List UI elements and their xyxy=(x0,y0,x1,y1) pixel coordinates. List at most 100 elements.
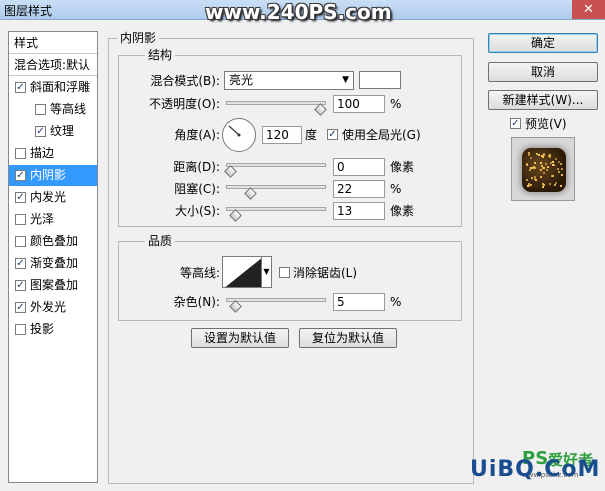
preview-sparkle xyxy=(542,156,544,158)
angle-dial[interactable] xyxy=(222,118,256,152)
choke-value: 22 xyxy=(337,182,353,196)
preview-sparkle xyxy=(548,155,550,157)
preview-sparkle xyxy=(528,154,530,156)
preview-sparkle xyxy=(545,163,547,165)
choke-unit: % xyxy=(390,182,402,196)
preview-sparkle xyxy=(546,169,548,171)
style-list-item[interactable]: 颜色叠加 xyxy=(9,231,97,252)
distance-value: 0 xyxy=(337,160,345,174)
angle-input[interactable]: 120 xyxy=(262,126,302,144)
preview-sparkle xyxy=(552,161,554,163)
style-list-item[interactable]: 描边 xyxy=(9,143,97,164)
preview-sparkle xyxy=(530,184,532,186)
new-style-button[interactable]: 新建样式(W)... xyxy=(488,90,598,110)
opacity-slider[interactable] xyxy=(226,101,327,116)
style-checkbox[interactable] xyxy=(15,324,26,335)
ok-button[interactable]: 确定 xyxy=(488,33,598,53)
preview-sparkle xyxy=(542,167,544,169)
close-icon[interactable]: ✕ xyxy=(572,0,605,19)
style-list-label: 内阴影 xyxy=(30,168,67,182)
preview-sparkle xyxy=(543,154,545,156)
blend-mode-value: 亮光 xyxy=(229,73,254,87)
style-list-label: 图案叠加 xyxy=(30,278,79,292)
distance-label: 距离(D): xyxy=(173,160,220,174)
style-list-item[interactable]: 混合选项:默认 xyxy=(9,55,97,76)
contour-label: 等高线: xyxy=(179,266,220,280)
style-checkbox[interactable]: ✓ xyxy=(15,280,26,291)
preview-sparkle xyxy=(531,177,533,179)
style-checkbox[interactable]: ✓ xyxy=(35,126,46,137)
noise-label: 杂色(N): xyxy=(173,295,220,309)
preview-sparkle xyxy=(540,176,542,178)
style-checkbox[interactable]: ✓ xyxy=(15,258,26,269)
opacity-unit: % xyxy=(390,97,402,111)
style-checkbox[interactable]: ✓ xyxy=(15,82,26,93)
style-checkbox[interactable] xyxy=(15,236,26,247)
blend-mode-select[interactable]: 亮光 ▼ xyxy=(224,71,354,90)
preview-sparkle xyxy=(526,164,528,166)
style-list-item[interactable]: 投影 xyxy=(9,319,97,340)
reset-default-button[interactable]: 复位为默认值 xyxy=(299,328,397,348)
style-list-label: 等高线 xyxy=(50,102,87,116)
preview-sparkle xyxy=(554,184,556,186)
style-list-item[interactable]: ✓ 外发光 xyxy=(9,297,97,318)
preview-sparkle xyxy=(534,162,536,164)
choke-input[interactable]: 22 xyxy=(333,180,385,198)
preview-sparkle xyxy=(551,175,553,177)
style-checkbox[interactable] xyxy=(15,214,26,225)
distance-slider[interactable] xyxy=(224,163,326,178)
choke-slider[interactable] xyxy=(226,185,326,200)
preview-sparkle xyxy=(533,166,535,168)
opacity-label: 不透明度(O): xyxy=(149,97,220,111)
preview-sparkle xyxy=(549,183,551,185)
style-list: 样式 混合选项:默认 ✓ 斜面和浮雕等高线 ✓ 纹理描边 ✓ 内阴影 ✓ 内发光光泽颜色叠加 ✓ 渐变… xyxy=(8,31,98,483)
style-checkbox[interactable]: ✓ xyxy=(15,192,26,203)
style-list-label: 光泽 xyxy=(30,212,55,226)
preview-checkbox[interactable]: ✓ xyxy=(510,118,521,129)
opacity-value: 100 xyxy=(337,97,360,111)
preview-sparkle xyxy=(538,154,540,156)
style-list-label: 外发光 xyxy=(30,300,67,314)
use-global-light-checkbox[interactable]: ✓ xyxy=(327,129,338,140)
angle-dial-needle xyxy=(228,125,241,137)
style-list-item[interactable]: ✓ 纹理 xyxy=(9,121,97,142)
style-list-label: 纹理 xyxy=(50,124,75,138)
size-value: 13 xyxy=(337,204,353,218)
size-slider[interactable] xyxy=(226,207,326,222)
style-list-item[interactable]: 等高线 xyxy=(9,99,97,120)
contour-picker[interactable] xyxy=(222,256,262,288)
style-list-item[interactable]: 光泽 xyxy=(9,209,97,230)
shadow-color-swatch[interactable] xyxy=(359,71,401,89)
style-checkbox[interactable] xyxy=(15,148,26,159)
make-default-button[interactable]: 设置为默认值 xyxy=(191,328,289,348)
chevron-down-icon: ▼ xyxy=(342,75,349,85)
preview-sparkle xyxy=(526,179,528,181)
style-checkbox[interactable]: ✓ xyxy=(15,302,26,313)
anti-alias-checkbox[interactable] xyxy=(279,267,290,278)
style-preview-thumbnail xyxy=(511,137,575,201)
distance-input[interactable]: 0 xyxy=(333,158,385,176)
preview-sparkle xyxy=(543,172,545,174)
cancel-button[interactable]: 取消 xyxy=(488,62,598,82)
contour-curve-icon xyxy=(225,258,261,287)
logo-ubq: UiBQ.CoM xyxy=(470,457,601,482)
structure-title: 结构 xyxy=(145,48,176,62)
noise-slider[interactable] xyxy=(226,298,326,313)
style-list-item[interactable]: ✓ 内阴影 xyxy=(9,165,97,186)
contour-dropdown-icon[interactable]: ▼ xyxy=(262,256,272,288)
style-checkbox[interactable] xyxy=(35,104,46,115)
style-list-item[interactable]: ✓ 内发光 xyxy=(9,187,97,208)
anti-alias-label: 消除锯齿(L) xyxy=(293,266,358,280)
angle-label: 角度(A): xyxy=(174,128,220,142)
style-list-label: 颜色叠加 xyxy=(30,234,79,248)
opacity-input[interactable]: 100 xyxy=(333,95,385,113)
style-list-item[interactable]: ✓ 图案叠加 xyxy=(9,275,97,296)
style-list-item[interactable]: 样式 xyxy=(9,33,97,54)
style-list-item[interactable]: ✓ 渐变叠加 xyxy=(9,253,97,274)
style-checkbox[interactable]: ✓ xyxy=(15,170,26,181)
style-list-item[interactable]: ✓ 斜面和浮雕 xyxy=(9,77,97,98)
size-input[interactable]: 13 xyxy=(333,202,385,220)
preview-sparkle xyxy=(561,174,563,176)
preview-sparkle xyxy=(540,169,542,171)
noise-input[interactable]: 5 xyxy=(333,293,385,311)
